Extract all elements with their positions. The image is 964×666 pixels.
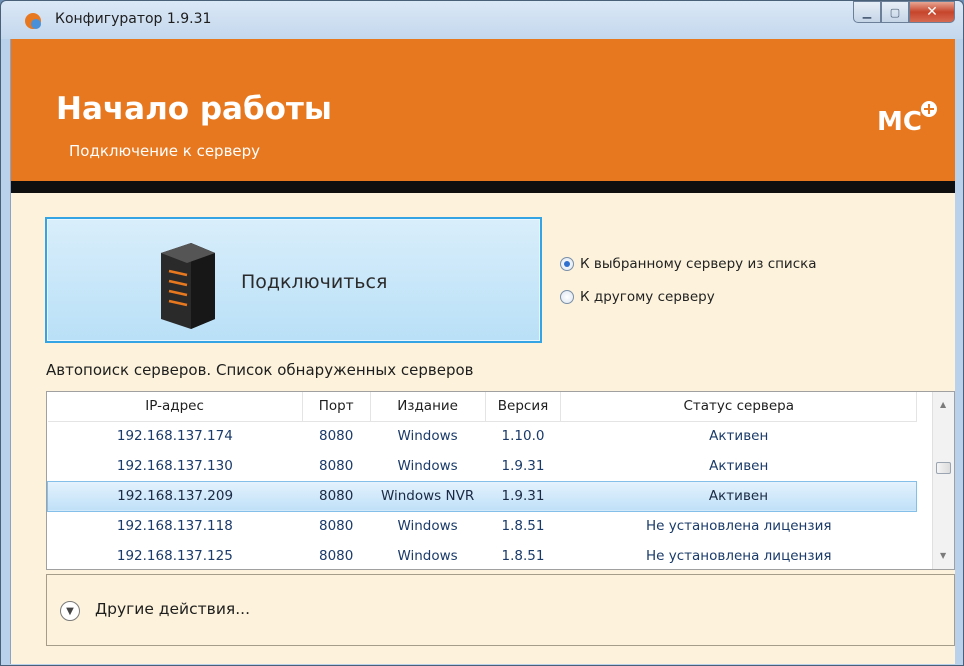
other-actions-panel[interactable]: ▼ Другие действия...: [46, 574, 955, 646]
cell-edition: Windows: [397, 548, 458, 564]
table-header-row: IP-адрес Порт Издание Версия Статус серв…: [47, 392, 917, 422]
cell-port: 8080: [302, 480, 371, 512]
cell-edition: Windows: [397, 518, 458, 535]
cell-edition: Windows: [397, 457, 458, 474]
cell-port: 8080: [319, 518, 354, 535]
column-header-port[interactable]: Порт: [302, 392, 371, 422]
other-actions-label: Другие действия...: [95, 600, 250, 618]
client-area: Начало работы Подключение к серверу MC П…: [10, 39, 955, 664]
page-title: Начало работы: [56, 91, 332, 127]
connect-button[interactable]: Подключиться: [45, 217, 542, 343]
radio-selected-server[interactable]: [560, 257, 574, 271]
column-header-status[interactable]: Статус сервера: [560, 392, 917, 422]
column-header-version[interactable]: Версия: [485, 392, 562, 422]
cell-version: 1.8.51: [501, 518, 545, 535]
cell-version: 1.8.51: [501, 548, 545, 564]
logo-text: MC: [877, 107, 922, 135]
app-icon: [25, 13, 41, 29]
table-row[interactable]: 192.168.137.118 8080 Windows 1.8.51 Не у…: [48, 511, 917, 541]
column-header-edition[interactable]: Издание: [370, 392, 486, 422]
cell-port: 8080: [319, 548, 354, 564]
cell-status: Не установлена лицензия: [646, 548, 832, 564]
cell-status: Активен: [709, 457, 769, 474]
header-divider: [11, 181, 955, 193]
table-row[interactable]: 192.168.137.174 8080 Windows 1.10.0 Акти…: [48, 421, 917, 451]
option-other-server[interactable]: К другому серверу: [560, 289, 715, 305]
minimize-icon: ▁: [862, 5, 872, 19]
mc-logo: MC: [877, 101, 937, 135]
close-icon: ✕: [926, 4, 938, 20]
cell-version: 1.10.0: [501, 428, 545, 445]
window-title: Конфигуратор 1.9.31: [55, 11, 212, 27]
option-label: К выбранному серверу из списка: [580, 256, 817, 272]
app-window: Конфигуратор 1.9.31 ▁ ▢ ✕ Начало работы …: [0, 0, 964, 666]
cell-version: 1.9.31: [485, 480, 561, 512]
cell-ip: 192.168.137.125: [116, 548, 233, 564]
table-row-selected[interactable]: 192.168.137.209 8080 Windows NVR 1.9.31 …: [47, 480, 917, 512]
server-icon: [161, 243, 215, 329]
close-button[interactable]: ✕: [909, 1, 955, 23]
autosearch-label: Автопоиск серверов. Список обнаруженных …: [46, 361, 474, 379]
server-table: IP-адрес Порт Издание Версия Статус серв…: [46, 391, 955, 570]
radio-other-server[interactable]: [560, 290, 574, 304]
cell-edition: Windows: [397, 428, 458, 445]
maximize-icon: ▢: [889, 5, 901, 19]
cell-ip: 192.168.137.174: [116, 428, 233, 445]
option-label: К другому серверу: [580, 289, 715, 305]
cell-ip: 192.168.137.118: [116, 518, 233, 535]
cell-edition: Windows NVR: [370, 480, 486, 512]
header-banner: Начало работы Подключение к серверу MC: [11, 39, 955, 181]
cell-ip: 192.168.137.130: [116, 457, 233, 474]
table-row[interactable]: 192.168.137.125 8080 Windows 1.8.51 Не у…: [48, 541, 917, 569]
chevron-down-icon[interactable]: ▼: [60, 601, 80, 621]
scroll-up-icon[interactable]: ▲: [940, 400, 946, 409]
cell-port: 8080: [319, 428, 354, 445]
cell-status: Активен: [709, 428, 769, 445]
page-subtitle: Подключение к серверу: [69, 142, 261, 160]
scroll-down-icon[interactable]: ▼: [940, 551, 946, 560]
connect-button-label: Подключиться: [241, 271, 388, 293]
cell-status: Активен: [560, 480, 917, 512]
table-row[interactable]: 192.168.137.130 8080 Windows 1.9.31 Акти…: [48, 451, 917, 481]
table-scrollbar[interactable]: ▲ ▼: [932, 392, 954, 569]
scroll-thumb[interactable]: [936, 462, 951, 474]
maximize-button[interactable]: ▢: [881, 1, 909, 23]
cell-version: 1.9.31: [501, 457, 545, 474]
option-selected-server[interactable]: К выбранному серверу из списка: [560, 256, 817, 272]
column-header-ip[interactable]: IP-адрес: [47, 392, 303, 422]
cell-status: Не установлена лицензия: [646, 518, 832, 535]
minimize-button[interactable]: ▁: [853, 1, 881, 23]
cell-ip: 192.168.137.209: [47, 480, 303, 512]
cell-port: 8080: [319, 457, 354, 474]
title-bar[interactable]: Конфигуратор 1.9.31 ▁ ▢ ✕: [1, 1, 963, 39]
